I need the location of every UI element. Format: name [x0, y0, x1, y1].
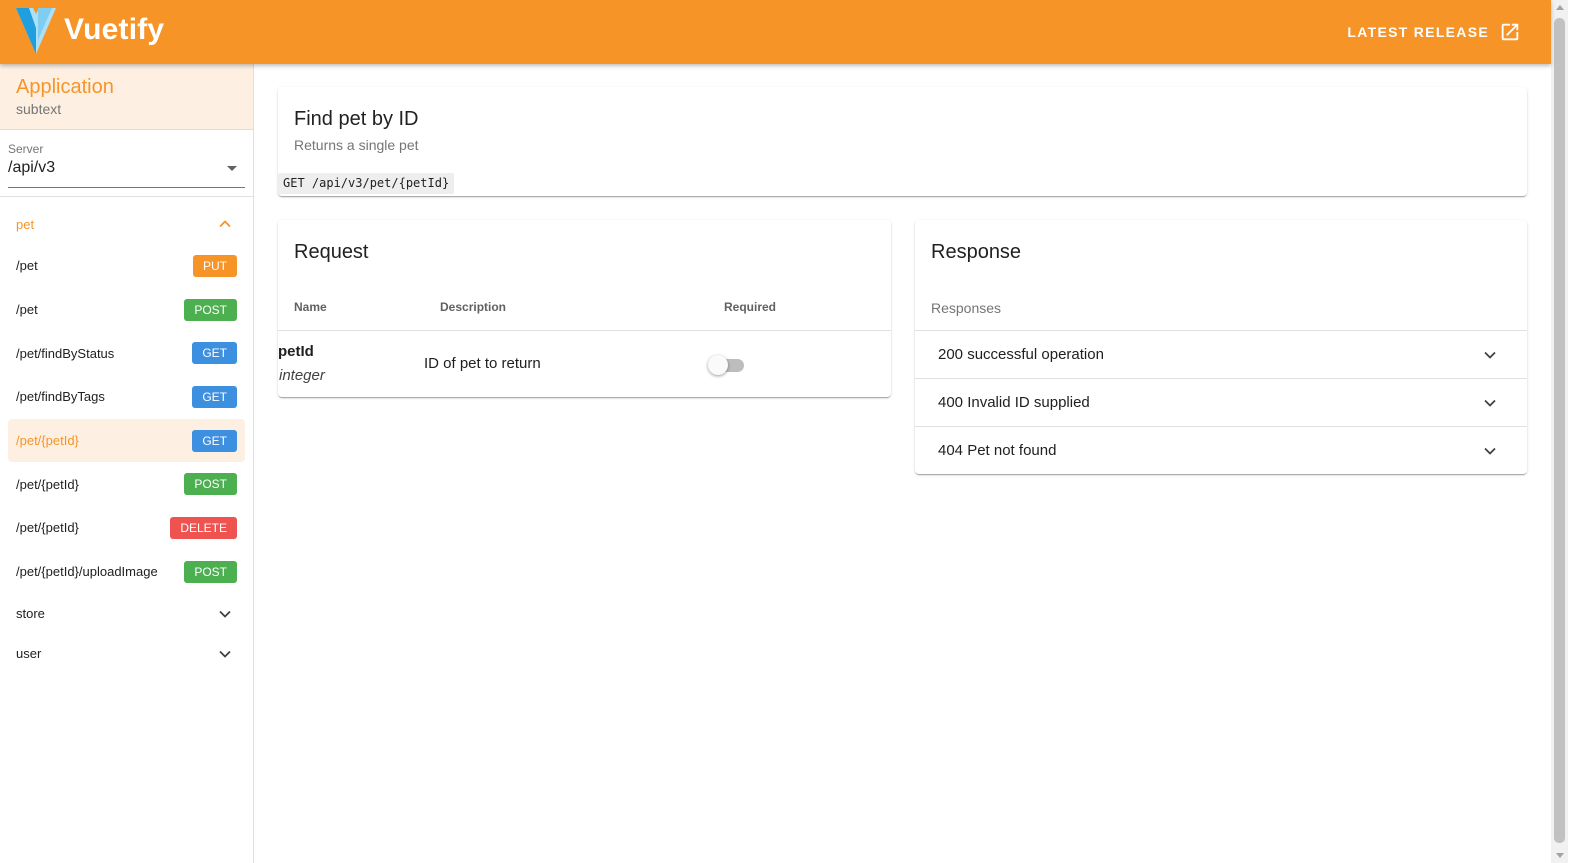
method-badge-delete: DELETE: [170, 517, 237, 540]
endpoint-path: /pet/{petId}: [16, 520, 79, 536]
request-title: Request: [294, 241, 369, 263]
app-bar: Vuetify LATEST RELEASE: [0, 0, 1551, 64]
sidebar: Application subtext Server /api/v3 pet /…: [0, 64, 254, 863]
endpoint-path: /pet/findByStatus: [16, 345, 115, 361]
method-badge-get: GET: [192, 429, 237, 452]
endpoint-path: /pet: [16, 302, 38, 318]
operation-card: Find pet by ID Returns a single pet GET …: [278, 87, 1527, 196]
application-header: Application subtext: [0, 64, 253, 130]
application-subtitle: subtext: [16, 101, 62, 117]
nav-item-delete-pet-by-id[interactable]: /pet/{petId} DELETE: [0, 506, 253, 550]
nav-group-store[interactable]: store: [0, 594, 253, 634]
operation-description: Returns a single pet: [294, 137, 419, 153]
application-title: Application: [16, 76, 114, 98]
nav-group-label: pet: [16, 216, 35, 232]
nav-item-post-upload-image[interactable]: /pet/{petId}/uploadImage POST: [0, 550, 253, 594]
method-badge-put: PUT: [193, 255, 237, 277]
response-card: Response Responses 200 successful operat…: [915, 220, 1527, 474]
nav-item-get-find-by-tags[interactable]: /pet/findByTags GET: [0, 375, 253, 419]
server-select[interactable]: Server /api/v3: [8, 142, 245, 188]
nav-item-get-find-by-status[interactable]: /pet/findByStatus GET: [0, 331, 253, 375]
nav-item-post-pet-by-id[interactable]: /pet/{petId} POST: [0, 462, 253, 506]
dropdown-caret-icon: [227, 166, 237, 171]
chevron-down-icon: [1484, 447, 1496, 455]
param-description: ID of pet to return: [424, 355, 541, 372]
method-badge-post: POST: [184, 298, 237, 321]
brand-name[interactable]: Vuetify: [64, 13, 164, 47]
toggle-thumb: [708, 355, 728, 375]
endpoint-path: /pet/{petId}: [16, 433, 79, 449]
chevron-down-icon: [1484, 399, 1496, 407]
nav-item-post-pet[interactable]: /pet POST: [0, 288, 253, 332]
nav-item-get-pet-by-id[interactable]: /pet/{petId} GET: [8, 418, 245, 463]
endpoint-path: /pet: [16, 258, 38, 274]
vuetify-logo-icon[interactable]: [16, 8, 56, 54]
response-item-label: 400 Invalid ID supplied: [938, 394, 1090, 411]
nav-item-put-pet[interactable]: /pet PUT: [0, 244, 253, 288]
latest-release-button[interactable]: LATEST RELEASE: [1347, 18, 1521, 46]
response-title: Response: [931, 241, 1022, 263]
nav-group-label: store: [16, 606, 45, 621]
method-badge-get: GET: [192, 386, 237, 409]
required-toggle[interactable]: [708, 355, 746, 375]
chevron-down-icon: [219, 650, 231, 658]
scroll-up-arrow-icon[interactable]: [1556, 5, 1564, 10]
open-in-new-icon: [1501, 23, 1519, 41]
method-badge-post: POST: [184, 473, 237, 496]
scrollbar-thumb[interactable]: [1554, 18, 1565, 843]
response-item-label: 200 successful operation: [938, 346, 1104, 363]
table-header-divider: [278, 330, 891, 331]
column-header-description: Description: [440, 300, 507, 314]
responses-list: 200 successful operation 400 Invalid ID …: [915, 330, 1527, 474]
request-card: Request Name Description Required petId …: [278, 220, 891, 397]
method-badge-get: GET: [192, 342, 237, 365]
server-value: /api/v3: [8, 159, 56, 176]
column-header-required: Required: [724, 300, 777, 314]
nav-group-label: user: [16, 646, 42, 661]
chevron-up-icon: [219, 220, 231, 228]
column-header-name: Name: [294, 300, 327, 314]
operation-title: Find pet by ID: [294, 108, 419, 130]
endpoint-path: /pet/{petId}/uploadImage: [16, 564, 158, 580]
divider: [0, 196, 253, 197]
method-badge-post: POST: [184, 560, 237, 583]
responses-label: Responses: [931, 300, 1002, 316]
nav-group-user[interactable]: user: [0, 634, 253, 674]
response-item-400[interactable]: 400 Invalid ID supplied: [915, 378, 1527, 426]
chevron-down-icon: [219, 610, 231, 618]
scroll-down-arrow-icon[interactable]: [1556, 853, 1564, 858]
page-scrollbar[interactable]: [1551, 0, 1568, 863]
operation-path: GET /api/v3/pet/{petId}: [278, 173, 455, 194]
latest-release-label: LATEST RELEASE: [1347, 24, 1489, 40]
param-name: petId: [278, 343, 314, 360]
endpoint-path: /pet/{petId}: [16, 476, 79, 492]
chevron-down-icon: [1484, 351, 1496, 359]
param-type: integer: [279, 367, 325, 384]
server-label: Server: [8, 142, 44, 156]
endpoint-path: /pet/findByTags: [16, 389, 105, 405]
response-item-404[interactable]: 404 Pet not found: [915, 426, 1527, 474]
nav-group-pet[interactable]: pet: [0, 204, 253, 244]
response-item-label: 404 Pet not found: [938, 442, 1057, 459]
response-item-200[interactable]: 200 successful operation: [915, 330, 1527, 378]
